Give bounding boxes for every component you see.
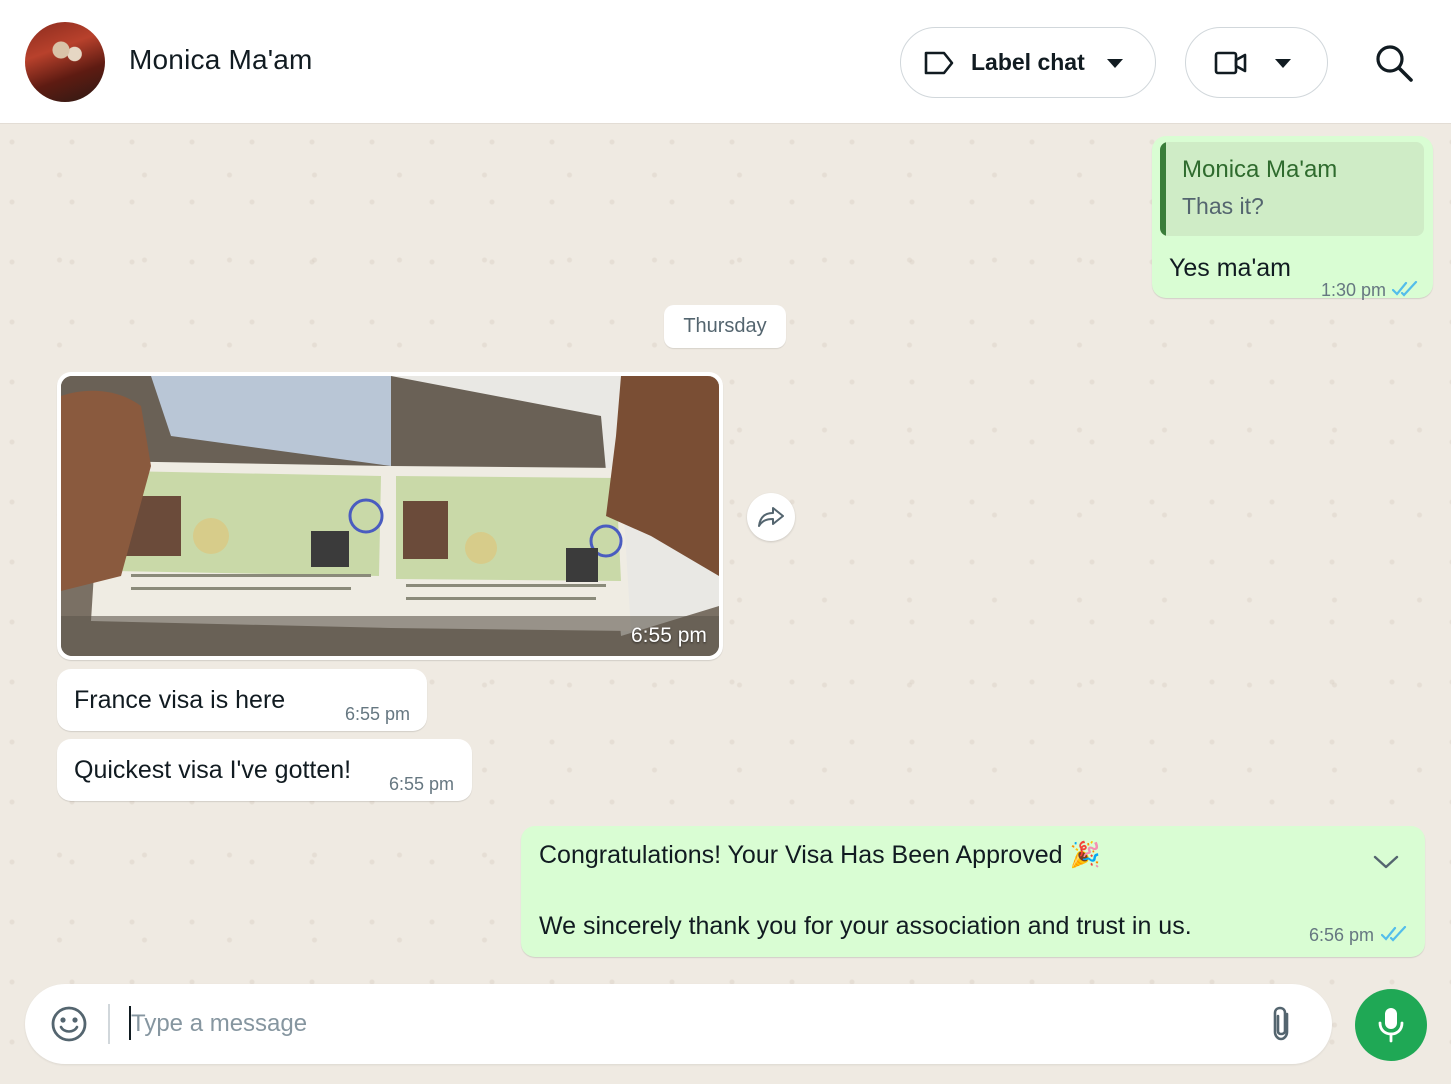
- message-line-1: Congratulations! Your Visa Has Been Appr…: [539, 841, 1063, 869]
- microphone-icon: [1378, 1008, 1404, 1043]
- message-text: Yes ma'am: [1169, 254, 1291, 282]
- message-text: France visa is here: [74, 686, 286, 714]
- message-text: Quickest visa I've gotten!: [74, 756, 352, 784]
- label-chat-text: Label chat: [971, 49, 1085, 75]
- outgoing-message[interactable]: Congratulations! Your Visa Has Been Appr…: [521, 826, 1425, 957]
- search-icon: [1374, 45, 1414, 87]
- text-cursor: [129, 1006, 131, 1040]
- forward-button[interactable]: [747, 493, 795, 541]
- image-time: 6:55 pm: [631, 624, 707, 647]
- message-list[interactable]: Monica Ma'am Thas it? Yes ma'am 1:30 pm …: [0, 124, 1451, 1084]
- read-ticks-icon: [1391, 280, 1420, 302]
- label-chat-button[interactable]: Label chat: [900, 27, 1156, 98]
- visa-photo[interactable]: 6:55 pm: [61, 376, 719, 656]
- message-text: Congratulations! Your Visa Has Been Appr…: [539, 841, 1101, 870]
- incoming-image-message[interactable]: 6:55 pm: [57, 372, 723, 660]
- video-call-icon: [1214, 50, 1248, 81]
- contact-name[interactable]: Monica Ma'am: [129, 44, 313, 76]
- message-menu-chevron-icon[interactable]: [1373, 854, 1399, 875]
- message-time: 6:55 pm: [389, 774, 455, 794]
- read-ticks-icon: [1380, 925, 1409, 947]
- quote-bar: [1160, 142, 1166, 236]
- label-icon: [923, 50, 955, 81]
- contact-avatar[interactable]: [25, 22, 105, 102]
- search-button[interactable]: [1374, 43, 1414, 83]
- party-emoji: 🎉: [1069, 841, 1101, 869]
- quoted-sender: Monica Ma'am: [1182, 156, 1338, 183]
- chevron-down-icon: [1274, 57, 1292, 75]
- emoji-icon[interactable]: [49, 1004, 89, 1049]
- message-time: 6:55 pm: [345, 704, 411, 724]
- incoming-message[interactable]: Quickest visa I've gotten! 6:55 pm: [57, 739, 472, 801]
- attach-icon[interactable]: [1265, 1004, 1299, 1049]
- outgoing-message[interactable]: Monica Ma'am Thas it? Yes ma'am 1:30 pm: [1152, 136, 1433, 300]
- composer-divider: [108, 1004, 110, 1044]
- voice-message-button[interactable]: [1355, 989, 1427, 1061]
- message-text: We sincerely thank you for your associat…: [539, 912, 1192, 940]
- forward-icon: [757, 505, 785, 534]
- video-call-button[interactable]: [1185, 27, 1328, 98]
- incoming-message[interactable]: France visa is here 6:55 pm: [57, 669, 427, 731]
- date-separator: Thursday: [664, 305, 786, 348]
- chevron-down-icon: [1106, 57, 1124, 75]
- chat-header: Monica Ma'am Label chat: [0, 0, 1451, 124]
- quoted-message[interactable]: Monica Ma'am Thas it?: [1160, 142, 1424, 236]
- message-input[interactable]: [129, 1004, 1249, 1044]
- quoted-text: Thas it?: [1182, 193, 1264, 219]
- message-time: 1:30 pm: [1321, 280, 1387, 300]
- message-time: 6:56 pm: [1309, 925, 1375, 945]
- message-composer: [25, 984, 1332, 1064]
